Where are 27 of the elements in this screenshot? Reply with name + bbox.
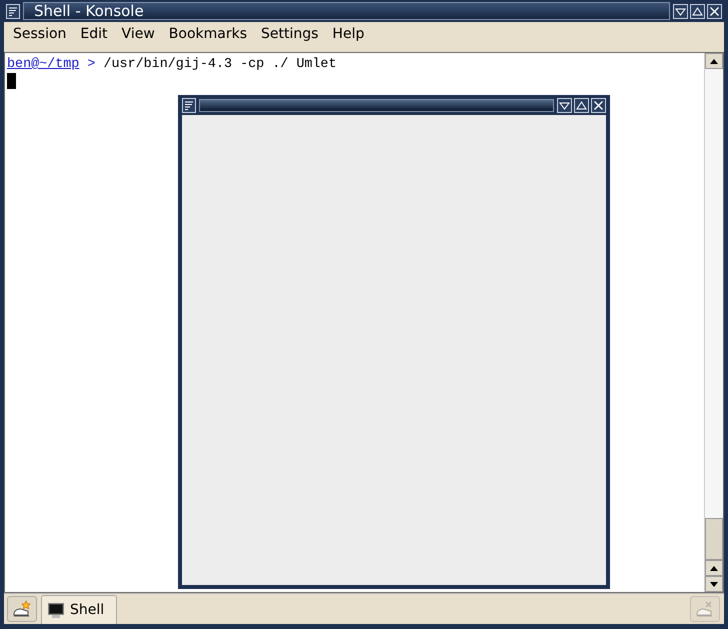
- menu-item[interactable]: Bookmarks: [162, 26, 254, 42]
- menu-item[interactable]: Help: [325, 26, 372, 42]
- menu-item[interactable]: View: [114, 26, 162, 42]
- window-menu-icon[interactable]: [182, 98, 196, 112]
- menu-item[interactable]: Settings: [254, 26, 326, 42]
- up-arrow-icon[interactable]: [710, 58, 718, 64]
- new-session-icon: [12, 600, 32, 618]
- down-arrow-icon[interactable]: [710, 582, 718, 586]
- up-arrow-icon[interactable]: [710, 566, 718, 570]
- minimize-icon[interactable]: [673, 4, 688, 18]
- window-menu-icon[interactable]: [6, 4, 20, 18]
- tab[interactable]: Shell: [41, 595, 118, 624]
- close-icon[interactable]: [591, 98, 606, 112]
- menu-item[interactable]: Edit: [73, 26, 115, 42]
- window-title: Shell - Konsole: [23, 2, 670, 20]
- close-icon[interactable]: [707, 4, 722, 18]
- text-cursor: [7, 73, 16, 89]
- monitor-icon: [48, 602, 64, 618]
- maximize-icon[interactable]: [574, 98, 589, 112]
- close-session-icon: [695, 600, 715, 618]
- scrollbar-thumb[interactable]: [705, 518, 723, 560]
- new-session-button[interactable]: [7, 596, 37, 622]
- scrollbar[interactable]: [704, 53, 723, 592]
- menu-item[interactable]: Session: [6, 26, 74, 42]
- terminal-command-line: ben@~/tmp > /usr/bin/gij-4.3 -cp ./ Umlet: [7, 56, 338, 73]
- minimize-icon[interactable]: [557, 98, 572, 112]
- maximize-icon[interactable]: [690, 4, 705, 18]
